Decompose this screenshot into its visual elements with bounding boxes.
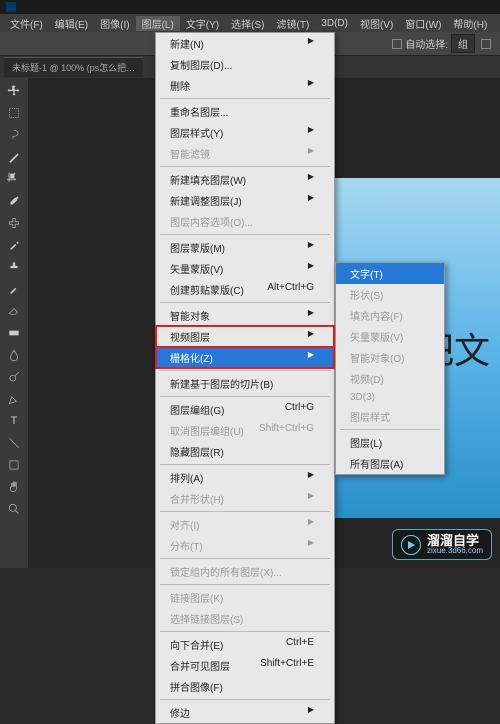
menu-item[interactable]: 创建剪贴蒙版(C)Alt+Ctrl+G [156, 279, 334, 300]
rasterize-submenu: 文字(T)形状(S)填充内容(F)矢量蒙版(V)智能对象(O)视频(D)3D(3… [335, 262, 445, 475]
submenu-item[interactable]: 文字(T) [336, 263, 444, 284]
titlebar [0, 0, 500, 14]
hand-tool-icon[interactable] [2, 477, 26, 497]
move-tool-icon[interactable] [2, 81, 26, 101]
submenu-item: 3D(3) [336, 389, 444, 406]
menu-item[interactable]: 图层蒙版(M)▶ [156, 237, 334, 258]
menu-0[interactable]: 文件(F) [4, 16, 49, 31]
menu-item[interactable]: 排列(A)▶ [156, 467, 334, 488]
marquee-tool-icon[interactable] [2, 103, 26, 123]
menu-2[interactable]: 图像(I) [94, 16, 135, 31]
menu-item[interactable]: 隐藏图层(R) [156, 441, 334, 462]
wand-tool-icon[interactable] [2, 147, 26, 167]
menu-item[interactable]: 新建基于图层的切片(B) [156, 373, 334, 394]
path-tool-icon[interactable] [2, 433, 26, 453]
menu-4[interactable]: 文字(Y) [180, 16, 225, 31]
blur-tool-icon[interactable] [2, 345, 26, 365]
menu-9[interactable]: 窗口(W) [399, 16, 447, 31]
play-icon [401, 535, 421, 555]
menu-item[interactable]: 视频图层▶ [156, 326, 334, 347]
gradient-tool-icon[interactable] [2, 323, 26, 343]
menu-item[interactable]: 栅格化(Z)▶ [156, 347, 334, 368]
menu-10[interactable]: 帮助(H) [447, 16, 493, 31]
submenu-item: 形状(S) [336, 284, 444, 305]
layer-menu-dropdown: 新建(N)▶复制图层(D)...删除▶ 重命名图层...图层样式(Y)▶智能滤镜▶… [155, 32, 335, 724]
menu-item[interactable]: 合并可见图层Shift+Ctrl+E [156, 655, 334, 676]
menu-item: 锁定组内的所有图层(X)... [156, 561, 334, 582]
watermark: 溜溜自学 zixue.3d66.com [392, 529, 492, 560]
submenu-item: 矢量蒙版(V) [336, 326, 444, 347]
auto-select-checkbox[interactable] [392, 39, 402, 49]
menu-item[interactable]: 拼合图像(F) [156, 676, 334, 697]
menu-item[interactable]: 矢量蒙版(V)▶ [156, 258, 334, 279]
menu-8[interactable]: 视图(V) [354, 16, 399, 31]
submenu-item[interactable]: 图层(L) [336, 432, 444, 453]
menu-item[interactable]: 删除▶ [156, 75, 334, 96]
pen-tool-icon[interactable] [2, 389, 26, 409]
menu-item[interactable]: 复制图层(D)... [156, 54, 334, 75]
eraser-tool-icon[interactable] [2, 301, 26, 321]
menu-item[interactable]: 重命名图层... [156, 101, 334, 122]
menu-item: 合并形状(H)▶ [156, 488, 334, 509]
dodge-tool-icon[interactable] [2, 367, 26, 387]
history-brush-icon[interactable] [2, 279, 26, 299]
menu-item[interactable]: 新建填充图层(W)▶ [156, 169, 334, 190]
menu-item[interactable]: 新建(N)▶ [156, 33, 334, 54]
submenu-item: 视频(D) [336, 368, 444, 389]
menu-item: 分布(T)▶ [156, 535, 334, 556]
menu-item: 智能滤镜▶ [156, 143, 334, 164]
menu-item: 选择链接图层(S) [156, 608, 334, 629]
submenu-item: 智能对象(O) [336, 347, 444, 368]
menu-item: 取消图层编组(U)Shift+Ctrl+G [156, 420, 334, 441]
menu-item: 链接图层(K) [156, 587, 334, 608]
menu-5[interactable]: 选择(S) [225, 16, 270, 31]
type-tool-icon[interactable]: T [2, 411, 26, 431]
menubar: 文件(F)编辑(E)图像(I)图层(L)文字(Y)选择(S)滤镜(T)3D(D)… [0, 14, 500, 32]
menu-item: 图层内容选项(O)... [156, 211, 334, 232]
brush-tool-icon[interactable] [2, 235, 26, 255]
auto-select-label: 自动选择: [405, 36, 448, 51]
crop-tool-icon[interactable] [2, 169, 26, 189]
eyedropper-tool-icon[interactable] [2, 191, 26, 211]
menu-7[interactable]: 3D(D) [315, 18, 354, 29]
menu-item: 对齐(I)▶ [156, 514, 334, 535]
document-tab[interactable]: 未标题-1 @ 100% (ps怎么把… [4, 57, 143, 77]
menu-1[interactable]: 编辑(E) [49, 16, 94, 31]
menu-item[interactable]: 新建调整图层(J)▶ [156, 190, 334, 211]
menu-item[interactable]: 向下合并(E)Ctrl+E [156, 634, 334, 655]
show-transform-checkbox[interactable] [481, 39, 491, 49]
watermark-url: zixue.3d66.com [427, 547, 483, 555]
stamp-tool-icon[interactable] [2, 257, 26, 277]
submenu-item[interactable]: 所有图层(A) [336, 453, 444, 474]
auto-select-dropdown[interactable]: 组 [451, 34, 475, 53]
menu-6[interactable]: 滤镜(T) [271, 16, 316, 31]
menu-3[interactable]: 图层(L) [136, 16, 180, 31]
lasso-tool-icon[interactable] [2, 125, 26, 145]
heal-tool-icon[interactable] [2, 213, 26, 233]
menu-item[interactable]: 修边▶ [156, 702, 334, 723]
submenu-item: 填充内容(F) [336, 305, 444, 326]
menu-item[interactable]: 智能对象▶ [156, 305, 334, 326]
shape-tool-icon[interactable] [2, 455, 26, 475]
menu-item[interactable]: 图层样式(Y)▶ [156, 122, 334, 143]
menu-item[interactable]: 图层编组(G)Ctrl+G [156, 399, 334, 420]
submenu-item: 图层样式 [336, 406, 444, 427]
app-icon [6, 2, 16, 12]
tools-panel: T [0, 78, 28, 568]
zoom-tool-icon[interactable] [2, 499, 26, 519]
